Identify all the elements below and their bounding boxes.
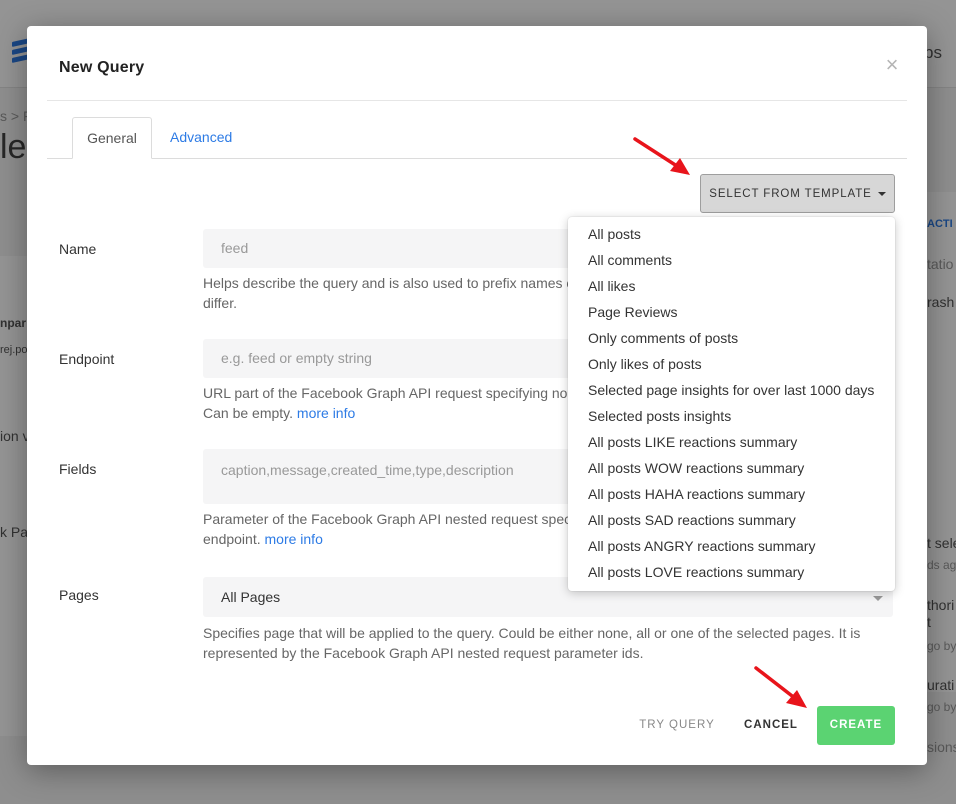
- select-from-template-button[interactable]: SELECT FROM TEMPLATE: [700, 174, 895, 213]
- name-label: Name: [59, 241, 97, 257]
- template-option[interactable]: Only likes of posts: [568, 351, 895, 377]
- template-option[interactable]: All posts SAD reactions summary: [568, 507, 895, 533]
- fields-more-info-link[interactable]: more info: [265, 531, 323, 547]
- template-option[interactable]: All posts LOVE reactions summary: [568, 559, 895, 585]
- fields-help-text: endpoint.: [203, 531, 261, 547]
- try-query-button[interactable]: TRY QUERY: [635, 706, 719, 745]
- template-button-label: SELECT FROM TEMPLATE: [709, 187, 872, 200]
- pages-help: Specifies page that will be applied to t…: [203, 623, 893, 663]
- endpoint-help-text: Can be empty.: [203, 405, 294, 421]
- template-option[interactable]: All posts HAHA reactions summary: [568, 481, 895, 507]
- endpoint-label: Endpoint: [59, 351, 115, 367]
- template-option[interactable]: Page Reviews: [568, 299, 895, 325]
- template-option[interactable]: All likes: [568, 273, 895, 299]
- pages-select-value: All Pages: [221, 589, 281, 605]
- modal-header: New Query ×: [47, 26, 907, 101]
- template-dropdown-menu: All posts All comments All likes Page Re…: [568, 217, 895, 591]
- tab-general[interactable]: General: [72, 117, 152, 159]
- endpoint-more-info-link[interactable]: more info: [297, 405, 355, 421]
- create-button[interactable]: CREATE: [817, 706, 895, 745]
- template-option[interactable]: Selected page insights for over last 100…: [568, 377, 895, 403]
- template-option[interactable]: All posts WOW reactions summary: [568, 455, 895, 481]
- caret-down-icon: [873, 596, 883, 601]
- tab-bar: General Advanced: [47, 117, 907, 159]
- template-option[interactable]: All posts: [568, 221, 895, 247]
- template-option[interactable]: All posts LIKE reactions summary: [568, 429, 895, 455]
- caret-down-icon: [877, 191, 886, 196]
- annotation-arrow-icon: [754, 666, 807, 708]
- template-option[interactable]: All posts ANGRY reactions summary: [568, 533, 895, 559]
- pages-label: Pages: [59, 587, 99, 603]
- template-option[interactable]: Only comments of posts: [568, 325, 895, 351]
- modal-title: New Query: [59, 59, 145, 76]
- close-icon[interactable]: ×: [879, 52, 905, 78]
- fields-label: Fields: [59, 461, 97, 477]
- pages-help-line: Specifies page that will be applied to t…: [203, 625, 861, 641]
- template-option[interactable]: All comments: [568, 247, 895, 273]
- template-option[interactable]: Selected posts insights: [568, 403, 895, 429]
- tab-advanced[interactable]: Advanced: [154, 117, 248, 159]
- annotation-arrow-icon: [633, 137, 690, 175]
- pages-help-line: represented by the Facebook Graph API ne…: [203, 645, 644, 661]
- new-query-modal: New Query × General Advanced SELECT FROM…: [27, 26, 927, 765]
